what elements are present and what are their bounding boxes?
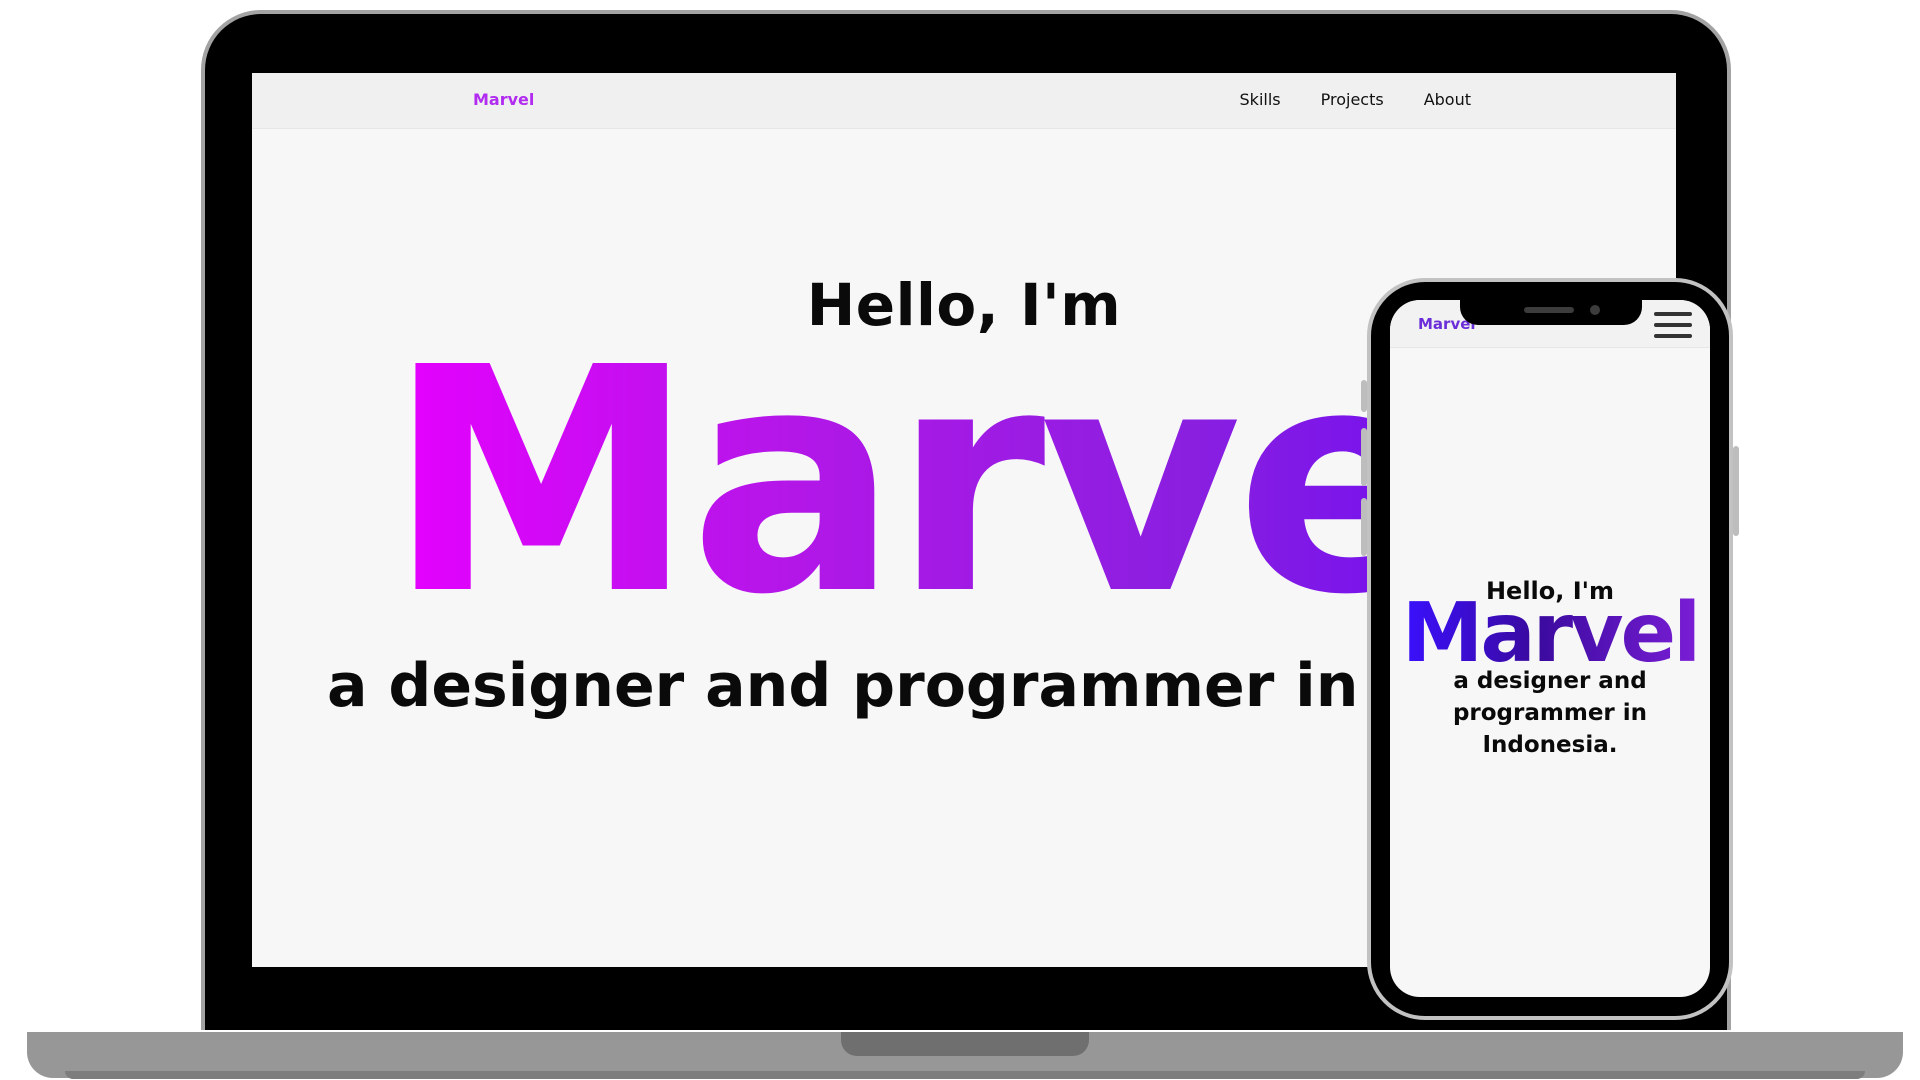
laptop-base-shadow <box>65 1071 1865 1079</box>
nav-link-skills[interactable]: Skills <box>1240 90 1281 109</box>
laptop-nav-links: Skills Projects About <box>1240 90 1471 109</box>
device-mockup: Marvel Skills Projects About Hello, I'm … <box>0 0 1920 1080</box>
hamburger-menu-icon[interactable] <box>1654 312 1692 338</box>
nav-link-projects[interactable]: Projects <box>1321 90 1384 109</box>
phone-camera-icon <box>1590 305 1600 315</box>
nav-link-about[interactable]: About <box>1424 90 1471 109</box>
phone-power-button <box>1733 446 1739 536</box>
phone-hero-tagline: a designer and programmer in Indonesia. <box>1452 668 1648 758</box>
phone-screen: Marvel Hello, I'm Marvel a designer and … <box>1390 300 1710 997</box>
laptop-opening-notch <box>841 1032 1089 1056</box>
laptop-brand-link[interactable]: Marvel <box>473 90 534 109</box>
phone-speaker <box>1524 307 1574 313</box>
laptop-navbar: Marvel Skills Projects About <box>252 73 1676 129</box>
